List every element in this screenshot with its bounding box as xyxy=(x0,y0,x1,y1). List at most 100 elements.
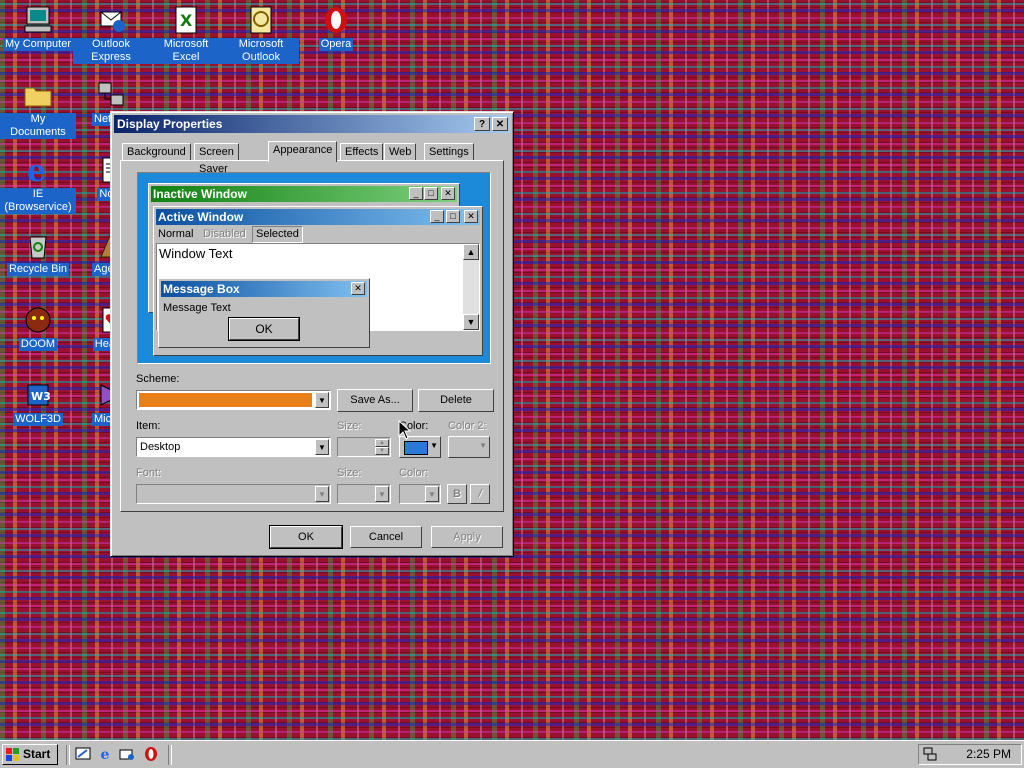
apply-button: Apply xyxy=(431,526,503,548)
desktop-icon-my-computer[interactable]: My Computer xyxy=(0,4,76,51)
start-button[interactable]: Start xyxy=(2,744,58,765)
item-value: Desktop xyxy=(140,441,181,453)
preview-menu-selected: Selected xyxy=(252,226,303,243)
chevron-down-icon: ▼ xyxy=(315,486,329,502)
scheme-dropdown[interactable]: ▼ xyxy=(136,390,331,410)
quick-launch-opera[interactable] xyxy=(142,746,160,764)
chevron-down-icon[interactable]: ▼ xyxy=(315,392,329,408)
desktop-icon-recycle-bin[interactable]: Recycle Bin xyxy=(0,229,76,276)
desktop-icon-ie[interactable]: e IE (Browservice) xyxy=(0,154,76,214)
tab-background[interactable]: Background xyxy=(122,143,191,161)
tab-appearance[interactable]: Appearance xyxy=(268,141,338,162)
recycle-bin-icon xyxy=(29,236,47,259)
minimize-icon: _ xyxy=(409,187,423,200)
font-size-label: Size: xyxy=(337,467,362,479)
bold-button: B xyxy=(447,484,467,504)
desktop-icon-opera[interactable]: Opera xyxy=(298,4,374,51)
svg-text:e: e xyxy=(27,154,46,186)
doom-icon xyxy=(25,307,51,333)
color2-picker-button: ▼ xyxy=(448,436,490,458)
tab-screen-saver[interactable]: Screen Saver xyxy=(194,143,239,175)
network-icon xyxy=(98,82,124,106)
italic-button: / xyxy=(470,484,490,504)
size-label: Size: xyxy=(337,420,362,432)
preview-window-text: Window Text xyxy=(159,246,233,261)
ie-icon: e xyxy=(27,154,46,186)
preview-menu-disabled: Disabled xyxy=(203,228,246,240)
scheme-preview[interactable]: Inactive Window _ □ ✕ Active Window _ □ … xyxy=(137,172,491,364)
desktop-icon-outlook-express[interactable]: Outlook Express xyxy=(73,4,149,64)
font-color-dropdown: ▼ xyxy=(399,484,441,504)
appearance-panel: Inactive Window _ □ ✕ Active Window _ □ … xyxy=(120,160,504,512)
quick-launch-outlook-express[interactable] xyxy=(118,746,136,764)
preview-msgbox-text: Message Text xyxy=(163,302,231,314)
chevron-down-icon[interactable]: ▼ xyxy=(315,439,329,455)
chevron-down-icon: ▼ xyxy=(425,486,439,502)
font-color-label: Color: xyxy=(399,467,429,479)
item-dropdown[interactable]: Desktop ▼ xyxy=(136,437,331,457)
ok-button[interactable]: OK xyxy=(269,525,343,549)
tab-web[interactable]: Web xyxy=(384,143,417,161)
preview-ok-button: OK xyxy=(228,317,300,341)
chevron-down-icon: ▼ xyxy=(430,441,438,450)
title-bar[interactable]: Display Properties ? ✕ xyxy=(114,115,510,133)
close-icon: ✕ xyxy=(441,187,455,200)
scheme-label: Scheme: xyxy=(136,373,180,385)
tab-settings[interactable]: Settings xyxy=(424,143,474,161)
spin-up-icon: ▲ xyxy=(375,439,389,447)
cancel-button[interactable]: Cancel xyxy=(350,526,422,548)
opera-icon xyxy=(145,747,157,761)
clock[interactable]: 2:25 PM xyxy=(966,745,1011,764)
outlook-express-icon xyxy=(100,11,125,32)
svg-text:X: X xyxy=(180,11,193,30)
ie-icon: e xyxy=(100,747,110,763)
windows-logo-icon xyxy=(6,748,19,761)
opera-icon xyxy=(325,7,347,33)
tab-effects[interactable]: Effects xyxy=(340,143,384,161)
help-button[interactable]: ? xyxy=(474,117,490,131)
show-desktop-icon xyxy=(75,747,91,760)
chevron-down-icon: ▼ xyxy=(479,441,487,450)
preview-menu-normal: Normal xyxy=(158,228,194,240)
system-tray: 2:25 PM xyxy=(918,744,1022,765)
preview-scrollbar: ▲ ▼ xyxy=(463,244,479,330)
item-color-swatch xyxy=(404,441,428,455)
desktop-icon-outlook[interactable]: Microsoft Outlook xyxy=(223,4,299,64)
network-tray-icon[interactable] xyxy=(923,747,937,761)
quick-launch-show-desktop[interactable] xyxy=(74,746,92,764)
excel-icon: X xyxy=(175,6,197,34)
font-size-dropdown: ▼ xyxy=(337,484,391,504)
mouse-cursor-icon xyxy=(398,420,412,440)
item-label: Item: xyxy=(136,420,161,432)
taskbar: Start e 2:25 PM xyxy=(0,740,1024,768)
font-label: Font: xyxy=(136,467,162,479)
desktop-icon-wolf3d[interactable]: W3 WOLF3D xyxy=(0,379,76,426)
quick-launch-ie[interactable]: e xyxy=(96,746,114,764)
font-dropdown: ▼ xyxy=(136,484,331,504)
preview-message-box: Message Box ✕ Message Text OK xyxy=(158,278,370,348)
scheme-color-swatch xyxy=(139,393,312,407)
outlook-express-icon xyxy=(119,749,134,760)
close-button[interactable]: ✕ xyxy=(492,117,508,131)
taskbar-divider xyxy=(66,745,70,765)
size-spinner: ▲ ▼ xyxy=(337,437,391,457)
scroll-down-icon: ▼ xyxy=(463,314,479,330)
my-computer-icon xyxy=(24,6,52,33)
display-properties-window: Display Properties ? ✕ Background Screen… xyxy=(110,111,514,557)
minimize-icon: _ xyxy=(430,210,444,223)
save-as-button[interactable]: Save As... xyxy=(337,389,413,412)
delete-button[interactable]: Delete xyxy=(418,389,494,412)
maximize-icon: □ xyxy=(446,210,460,223)
desktop-icon-doom[interactable]: DOOM xyxy=(0,304,76,351)
spin-down-icon: ▼ xyxy=(375,447,389,455)
desktop-icon-excel[interactable]: X Microsoft Excel xyxy=(148,4,224,64)
scroll-up-icon: ▲ xyxy=(463,244,479,260)
start-label: Start xyxy=(23,747,51,761)
taskbar-divider xyxy=(168,745,172,765)
outlook-icon xyxy=(250,6,272,34)
color2-label: Color 2: xyxy=(448,420,487,432)
close-icon: ✕ xyxy=(464,210,478,223)
wolf3d-icon: W3 xyxy=(27,384,51,406)
folder-icon xyxy=(24,87,52,107)
desktop-icon-my-documents[interactable]: My Documents xyxy=(0,79,76,139)
